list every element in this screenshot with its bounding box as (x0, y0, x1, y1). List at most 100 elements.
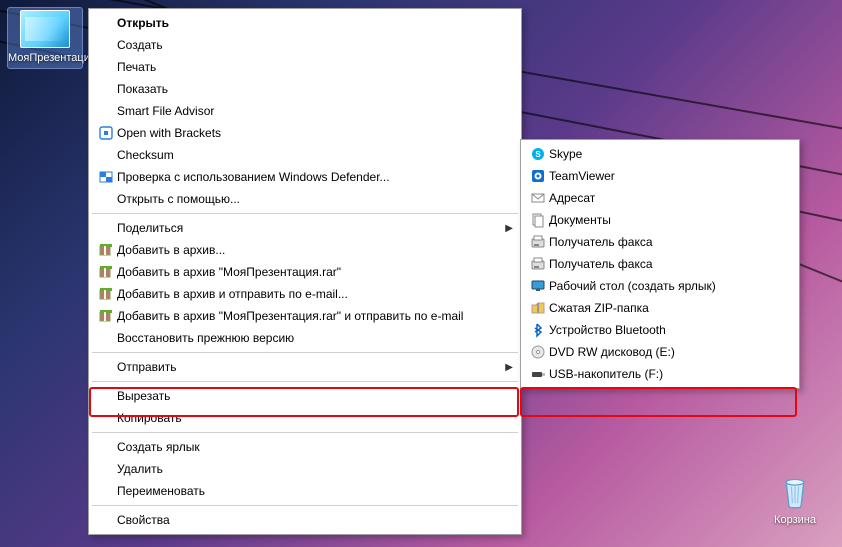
context-menu-sendto-item-6[interactable]: Рабочий стол (создать ярлык) (523, 275, 797, 297)
context-menu-main: Открыть Создать Печать Показать Smart File A… (88, 8, 522, 535)
menu-item-label: Checksum (117, 148, 501, 162)
menu-item-label: Добавить в архив "МояПрезентация.rar" (117, 265, 501, 279)
blank-icon (95, 102, 117, 120)
context-menu-main-item-22[interactable]: Создать ярлык (91, 436, 519, 458)
menu-separator (92, 213, 518, 214)
blank-icon (95, 80, 117, 98)
docs-icon (527, 211, 549, 229)
context-menu-main-item-5[interactable]: Open with Brackets (91, 122, 519, 144)
menu-item-label: Переименовать (117, 484, 501, 498)
context-menu-sendto-item-7[interactable]: Сжатая ZIP-папка (523, 297, 797, 319)
blank-icon (95, 58, 117, 76)
menu-item-label: Добавить в архив и отправить по e-mail..… (117, 287, 501, 301)
context-menu-main-item-12[interactable]: Добавить в архив "МояПрезентация.rar" (91, 261, 519, 283)
menu-item-label: DVD RW дисковод (E:) (549, 345, 779, 359)
menu-item-label: Добавить в архив... (117, 243, 501, 257)
menu-separator (92, 505, 518, 506)
blank-icon (95, 329, 117, 347)
dvd-icon (527, 343, 549, 361)
fax-icon (527, 255, 549, 273)
menu-item-label: Open with Brackets (117, 126, 501, 140)
context-menu-main-item-24[interactable]: Переименовать (91, 480, 519, 502)
desktop-file-label: МояПрезентация.pptx (8, 52, 82, 65)
context-menu-main-item-11[interactable]: Добавить в архив... (91, 239, 519, 261)
context-menu-main-item-13[interactable]: Добавить в архив и отправить по e-mail..… (91, 283, 519, 305)
context-menu-sendto-item-9[interactable]: DVD RW дисковод (E:) (523, 341, 797, 363)
context-menu-sendto-item-4[interactable]: Получатель факса (523, 231, 797, 253)
blank-icon (95, 482, 117, 500)
desktop-recycle-bin[interactable]: Корзина (760, 470, 830, 527)
highlight-box-usb (520, 387, 797, 417)
menu-item-label: Проверка с использованием Windows Defend… (117, 170, 501, 184)
blank-icon (95, 14, 117, 32)
rar-icon (95, 241, 117, 259)
menu-item-label: Печать (117, 60, 501, 74)
menu-separator (92, 352, 518, 353)
svg-text:S: S (535, 150, 541, 159)
bt-icon (527, 321, 549, 339)
menu-item-label: Копировать (117, 411, 501, 425)
context-menu-sendto-item-10[interactable]: USB-накопитель (F:) (523, 363, 797, 385)
context-menu-main-item-17[interactable]: Отправить ▶ (91, 356, 519, 378)
context-menu-main-item-7[interactable]: Проверка с использованием Windows Defend… (91, 166, 519, 188)
pptx-thumbnail-icon (20, 10, 70, 48)
context-menu-sendto-item-2[interactable]: Адресат (523, 187, 797, 209)
context-menu-sendto-item-0[interactable]: SSkype (523, 143, 797, 165)
skype-icon: S (527, 145, 549, 163)
desk-icon (527, 277, 549, 295)
context-menu-main-item-0[interactable]: Открыть (91, 12, 519, 34)
menu-item-label: Устройство Bluetooth (549, 323, 779, 337)
menu-item-label: Вырезать (117, 389, 501, 403)
context-menu-sendto-item-5[interactable]: Получатель факса (523, 253, 797, 275)
context-menu-main-item-6[interactable]: Checksum (91, 144, 519, 166)
defender-icon (95, 168, 117, 186)
usb-icon (527, 365, 549, 383)
menu-item-label: Добавить в архив "МояПрезентация.rar" и … (117, 309, 501, 323)
menu-item-label: Сжатая ZIP-папка (549, 301, 779, 315)
context-menu-sendto-item-8[interactable]: Устройство Bluetooth (523, 319, 797, 341)
rar-icon (95, 263, 117, 281)
submenu-arrow-icon: ▶ (505, 223, 513, 234)
blank-icon (95, 190, 117, 208)
blank-icon (95, 219, 117, 237)
menu-item-label: Открыть (117, 16, 501, 30)
context-menu-main-item-4[interactable]: Smart File Advisor (91, 100, 519, 122)
context-menu-main-item-15[interactable]: Восстановить прежнюю версию (91, 327, 519, 349)
context-menu-main-item-3[interactable]: Показать (91, 78, 519, 100)
brackets-icon (95, 124, 117, 142)
menu-item-label: Отправить (117, 360, 501, 374)
menu-item-label: Поделиться (117, 221, 501, 235)
recycle-bin-icon (760, 470, 830, 512)
context-menu-main-item-10[interactable]: Поделиться ▶ (91, 217, 519, 239)
context-menu-main-item-26[interactable]: Свойства (91, 509, 519, 531)
menu-item-label: Восстановить прежнюю версию (117, 331, 501, 345)
context-menu-main-item-14[interactable]: Добавить в архив "МояПрезентация.rar" и … (91, 305, 519, 327)
context-menu-main-item-1[interactable]: Создать (91, 34, 519, 56)
menu-item-label: Показать (117, 82, 501, 96)
menu-item-label: Smart File Advisor (117, 104, 501, 118)
rar-icon (95, 285, 117, 303)
context-menu-sendto-item-3[interactable]: Документы (523, 209, 797, 231)
menu-item-label: USB-накопитель (F:) (549, 367, 779, 381)
submenu-arrow-icon: ▶ (505, 362, 513, 373)
desktop-recycle-label: Корзина (760, 514, 830, 527)
tv-icon (527, 167, 549, 185)
context-menu-sendto: SSkypeTeamViewerАдресатДокументыПолучате… (520, 139, 800, 389)
menu-separator (92, 432, 518, 433)
context-menu-main-item-19[interactable]: Вырезать (91, 385, 519, 407)
context-menu-main-item-8[interactable]: Открыть с помощью... (91, 188, 519, 210)
context-menu-sendto-item-1[interactable]: TeamViewer (523, 165, 797, 187)
context-menu-main-item-20[interactable]: Копировать (91, 407, 519, 429)
menu-item-label: TeamViewer (549, 169, 779, 183)
desktop-file-pptx[interactable]: МояПрезентация.pptx (8, 8, 82, 68)
menu-item-label: Создать (117, 38, 501, 52)
context-menu-main-item-23[interactable]: Удалить (91, 458, 519, 480)
blank-icon (95, 460, 117, 478)
menu-separator (92, 381, 518, 382)
menu-item-label: Свойства (117, 513, 501, 527)
menu-item-label: Удалить (117, 462, 501, 476)
context-menu-main-item-2[interactable]: Печать (91, 56, 519, 78)
menu-item-label: Открыть с помощью... (117, 192, 501, 206)
blank-icon (95, 438, 117, 456)
blank-icon (95, 409, 117, 427)
